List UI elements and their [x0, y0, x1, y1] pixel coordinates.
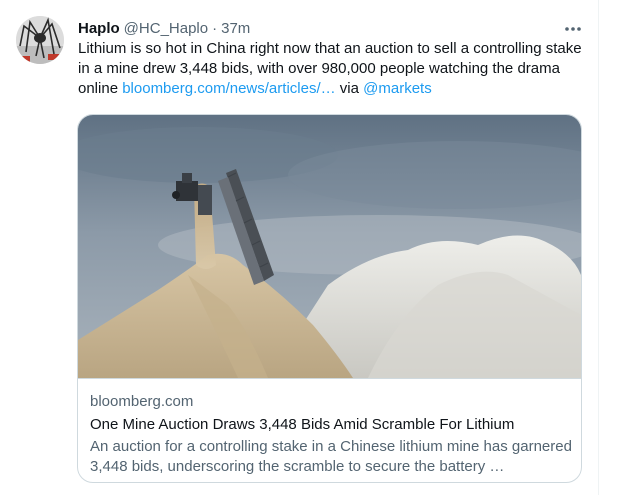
mention-link[interactable]: @markets: [363, 80, 432, 97]
card-image[interactable]: [78, 115, 581, 378]
card-domain: bloomberg.com: [90, 393, 194, 410]
article-link[interactable]: bloomberg.com/news/articles/…: [122, 80, 335, 97]
user-handle[interactable]: @HC_Haplo: [124, 19, 208, 39]
column-divider: [598, 0, 599, 495]
card-body: bloomberg.com One Mine Auction Draws 3,4…: [90, 392, 572, 477]
spider-sculpture-icon: [16, 16, 64, 64]
timestamp[interactable]: 37m: [221, 19, 250, 39]
display-name[interactable]: Haplo: [78, 19, 120, 39]
more-button[interactable]: [560, 18, 586, 40]
separator-dot: ·: [212, 20, 218, 37]
tweet-header: Haplo @HC_Haplo · 37m: [78, 18, 250, 40]
tweet[interactable]: Haplo @HC_Haplo · 37m Lithium is so hot …: [0, 0, 598, 495]
link-card[interactable]: bloomberg.com One Mine Auction Draws 3,4…: [77, 114, 582, 483]
via-text: via: [335, 80, 364, 97]
card-description: An auction for a controlling stake in a …: [90, 438, 572, 475]
card-title: One Mine Auction Draws 3,448 Bids Amid S…: [90, 416, 515, 433]
more-horizontal-icon: [565, 27, 581, 31]
card-divider: [78, 378, 581, 379]
tweet-text: Lithium is so hot in China right now tha…: [78, 39, 583, 99]
lithium-mine-photo: [78, 115, 581, 378]
avatar[interactable]: [16, 16, 64, 64]
page: Haplo @HC_Haplo · 37m Lithium is so hot …: [0, 0, 617, 495]
